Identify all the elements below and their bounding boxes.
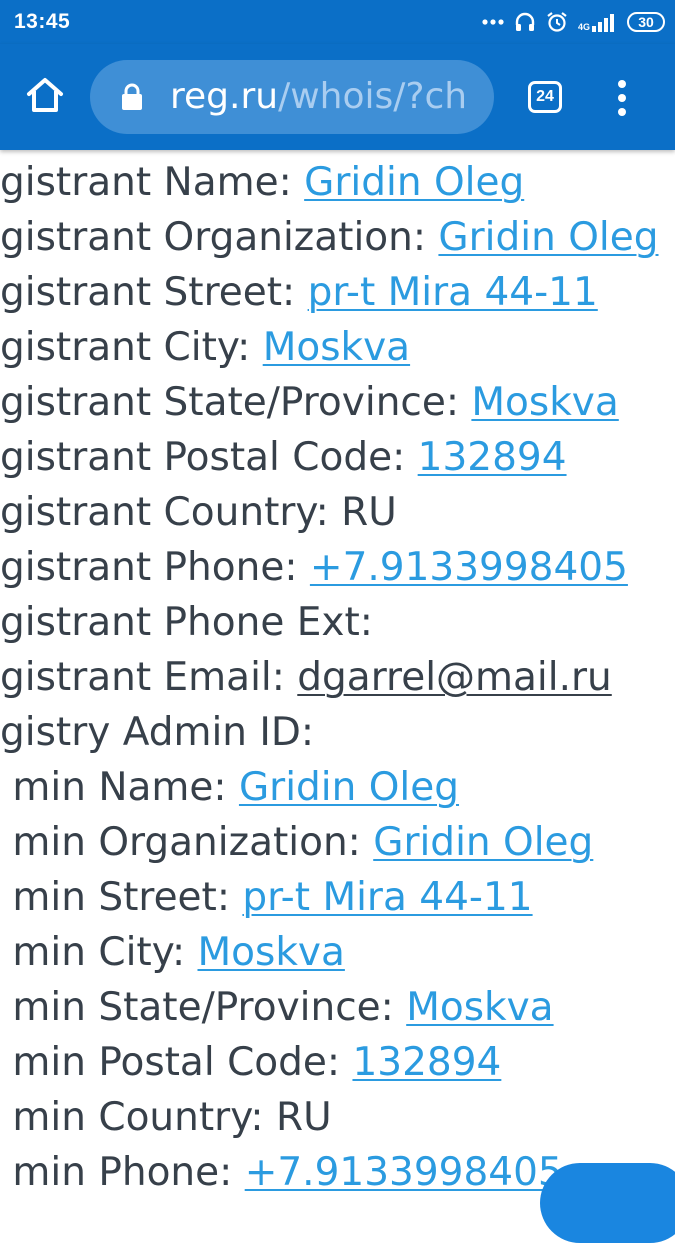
whois-label: gistrant Street: bbox=[0, 270, 308, 315]
more-menu-icon[interactable] bbox=[612, 76, 632, 120]
whois-label: min Phone: bbox=[0, 1150, 245, 1195]
whois-label: min Street: bbox=[0, 875, 243, 920]
floating-action-button[interactable] bbox=[540, 1163, 675, 1243]
home-icon[interactable] bbox=[24, 74, 66, 116]
whois-value-link[interactable]: +7.9133998405 bbox=[245, 1150, 563, 1195]
whois-label: gistrant Country: RU bbox=[0, 490, 397, 535]
whois-label: min Country: RU bbox=[0, 1095, 332, 1140]
whois-value-link[interactable]: dgarrel@mail.ru bbox=[297, 655, 611, 700]
whois-label: min Name: bbox=[0, 765, 239, 810]
whois-label: min State/Province: bbox=[0, 985, 407, 1030]
alarm-icon bbox=[547, 12, 567, 32]
whois-value-link[interactable]: Gridin Oleg bbox=[239, 765, 459, 810]
whois-line: gistrant Street: pr-t Mira 44-11 bbox=[0, 265, 598, 320]
whois-line: min State/Province: Moskva bbox=[0, 980, 553, 1035]
whois-value-link[interactable]: 132894 bbox=[352, 1040, 501, 1085]
whois-value-link[interactable]: Gridin Oleg bbox=[304, 160, 524, 205]
whois-line: min Organization: Gridin Oleg bbox=[0, 815, 593, 870]
url-text[interactable]: reg.ru/whois/?ch bbox=[170, 76, 467, 117]
more-notifications-icon bbox=[482, 19, 504, 25]
whois-line: gistrant Country: RU bbox=[0, 485, 397, 540]
whois-value-link[interactable]: pr-t Mira 44-11 bbox=[242, 875, 532, 920]
url-host: reg.ru bbox=[170, 76, 279, 117]
address-bar[interactable]: reg.ru/whois/?ch bbox=[90, 60, 494, 134]
whois-line: min Postal Code: 132894 bbox=[0, 1035, 501, 1090]
whois-label: min Postal Code: bbox=[0, 1040, 353, 1085]
whois-label: gistry Admin ID: bbox=[0, 710, 315, 755]
whois-value-link[interactable]: Gridin Oleg bbox=[373, 820, 593, 865]
whois-line: gistrant Name: Gridin Oleg bbox=[0, 155, 524, 210]
whois-value-link[interactable]: Moskva bbox=[471, 380, 618, 425]
battery-level: 30 bbox=[638, 14, 654, 30]
whois-label: gistrant Email: bbox=[0, 655, 298, 700]
whois-line: gistrant Phone: +7.9133998405 bbox=[0, 540, 628, 595]
whois-line: gistrant Organization: Gridin Oleg bbox=[0, 210, 659, 265]
whois-line: gistry Admin ID: bbox=[0, 705, 314, 760]
signal-icon bbox=[592, 14, 614, 32]
whois-line: min City: Moskva bbox=[0, 925, 345, 980]
whois-label: min City: bbox=[0, 930, 198, 975]
whois-value-link[interactable]: Moskva bbox=[263, 325, 410, 370]
whois-line: gistrant State/Province: Moskva bbox=[0, 375, 619, 430]
whois-value-link[interactable]: Moskva bbox=[197, 930, 344, 975]
whois-value-link[interactable]: pr-t Mira 44-11 bbox=[308, 270, 598, 315]
whois-line: min Phone: +7.9133998405 bbox=[0, 1145, 563, 1200]
whois-label: gistrant State/Province: bbox=[0, 380, 472, 425]
whois-label: gistrant City: bbox=[0, 325, 263, 370]
whois-line: gistrant Postal Code: 132894 bbox=[0, 430, 567, 485]
whois-line: min Street: pr-t Mira 44-11 bbox=[0, 870, 532, 925]
whois-content: gistrant Name: Gridin Oleg gistrant Organ… bbox=[0, 100, 675, 1200]
tab-switcher-button[interactable]: 24 bbox=[528, 81, 562, 113]
battery-icon: 30 bbox=[627, 12, 665, 32]
whois-label: gistrant Name: bbox=[0, 160, 305, 205]
whois-value-link[interactable]: Gridin Oleg bbox=[438, 215, 658, 260]
whois-label: gistrant Phone Ext: bbox=[0, 600, 373, 645]
whois-line: gistrant Email: dgarrel@mail.ru bbox=[0, 650, 612, 705]
network-type-label: 4G bbox=[577, 22, 590, 32]
whois-line: gistrant City: Moskva bbox=[0, 320, 410, 375]
whois-value-link[interactable]: Moskva bbox=[406, 985, 553, 1030]
url-path: /whois/?ch bbox=[278, 76, 468, 117]
whois-label: gistrant Postal Code: bbox=[0, 435, 418, 480]
whois-label: gistrant Phone: bbox=[0, 545, 310, 590]
whois-line: gistrant Phone Ext: bbox=[0, 595, 373, 650]
whois-label: gistrant Organization: bbox=[0, 215, 439, 260]
tab-count: 24 bbox=[536, 88, 554, 105]
whois-line: min Name: Gridin Oleg bbox=[0, 760, 459, 815]
headset-icon bbox=[515, 12, 535, 31]
whois-line: min Country: RU bbox=[0, 1090, 332, 1145]
status-icons: 4G 30 bbox=[482, 8, 665, 36]
lock-icon bbox=[122, 83, 142, 110]
status-time: 13:45 bbox=[14, 10, 71, 33]
whois-label: min Organization: bbox=[0, 820, 374, 865]
status-bar: 13:45 4G 30 bbox=[0, 0, 675, 44]
browser-toolbar: reg.ru/whois/?ch 24 bbox=[0, 44, 675, 150]
whois-value-link[interactable]: +7.9133998405 bbox=[310, 545, 628, 590]
whois-value-link[interactable]: 132894 bbox=[418, 435, 567, 480]
